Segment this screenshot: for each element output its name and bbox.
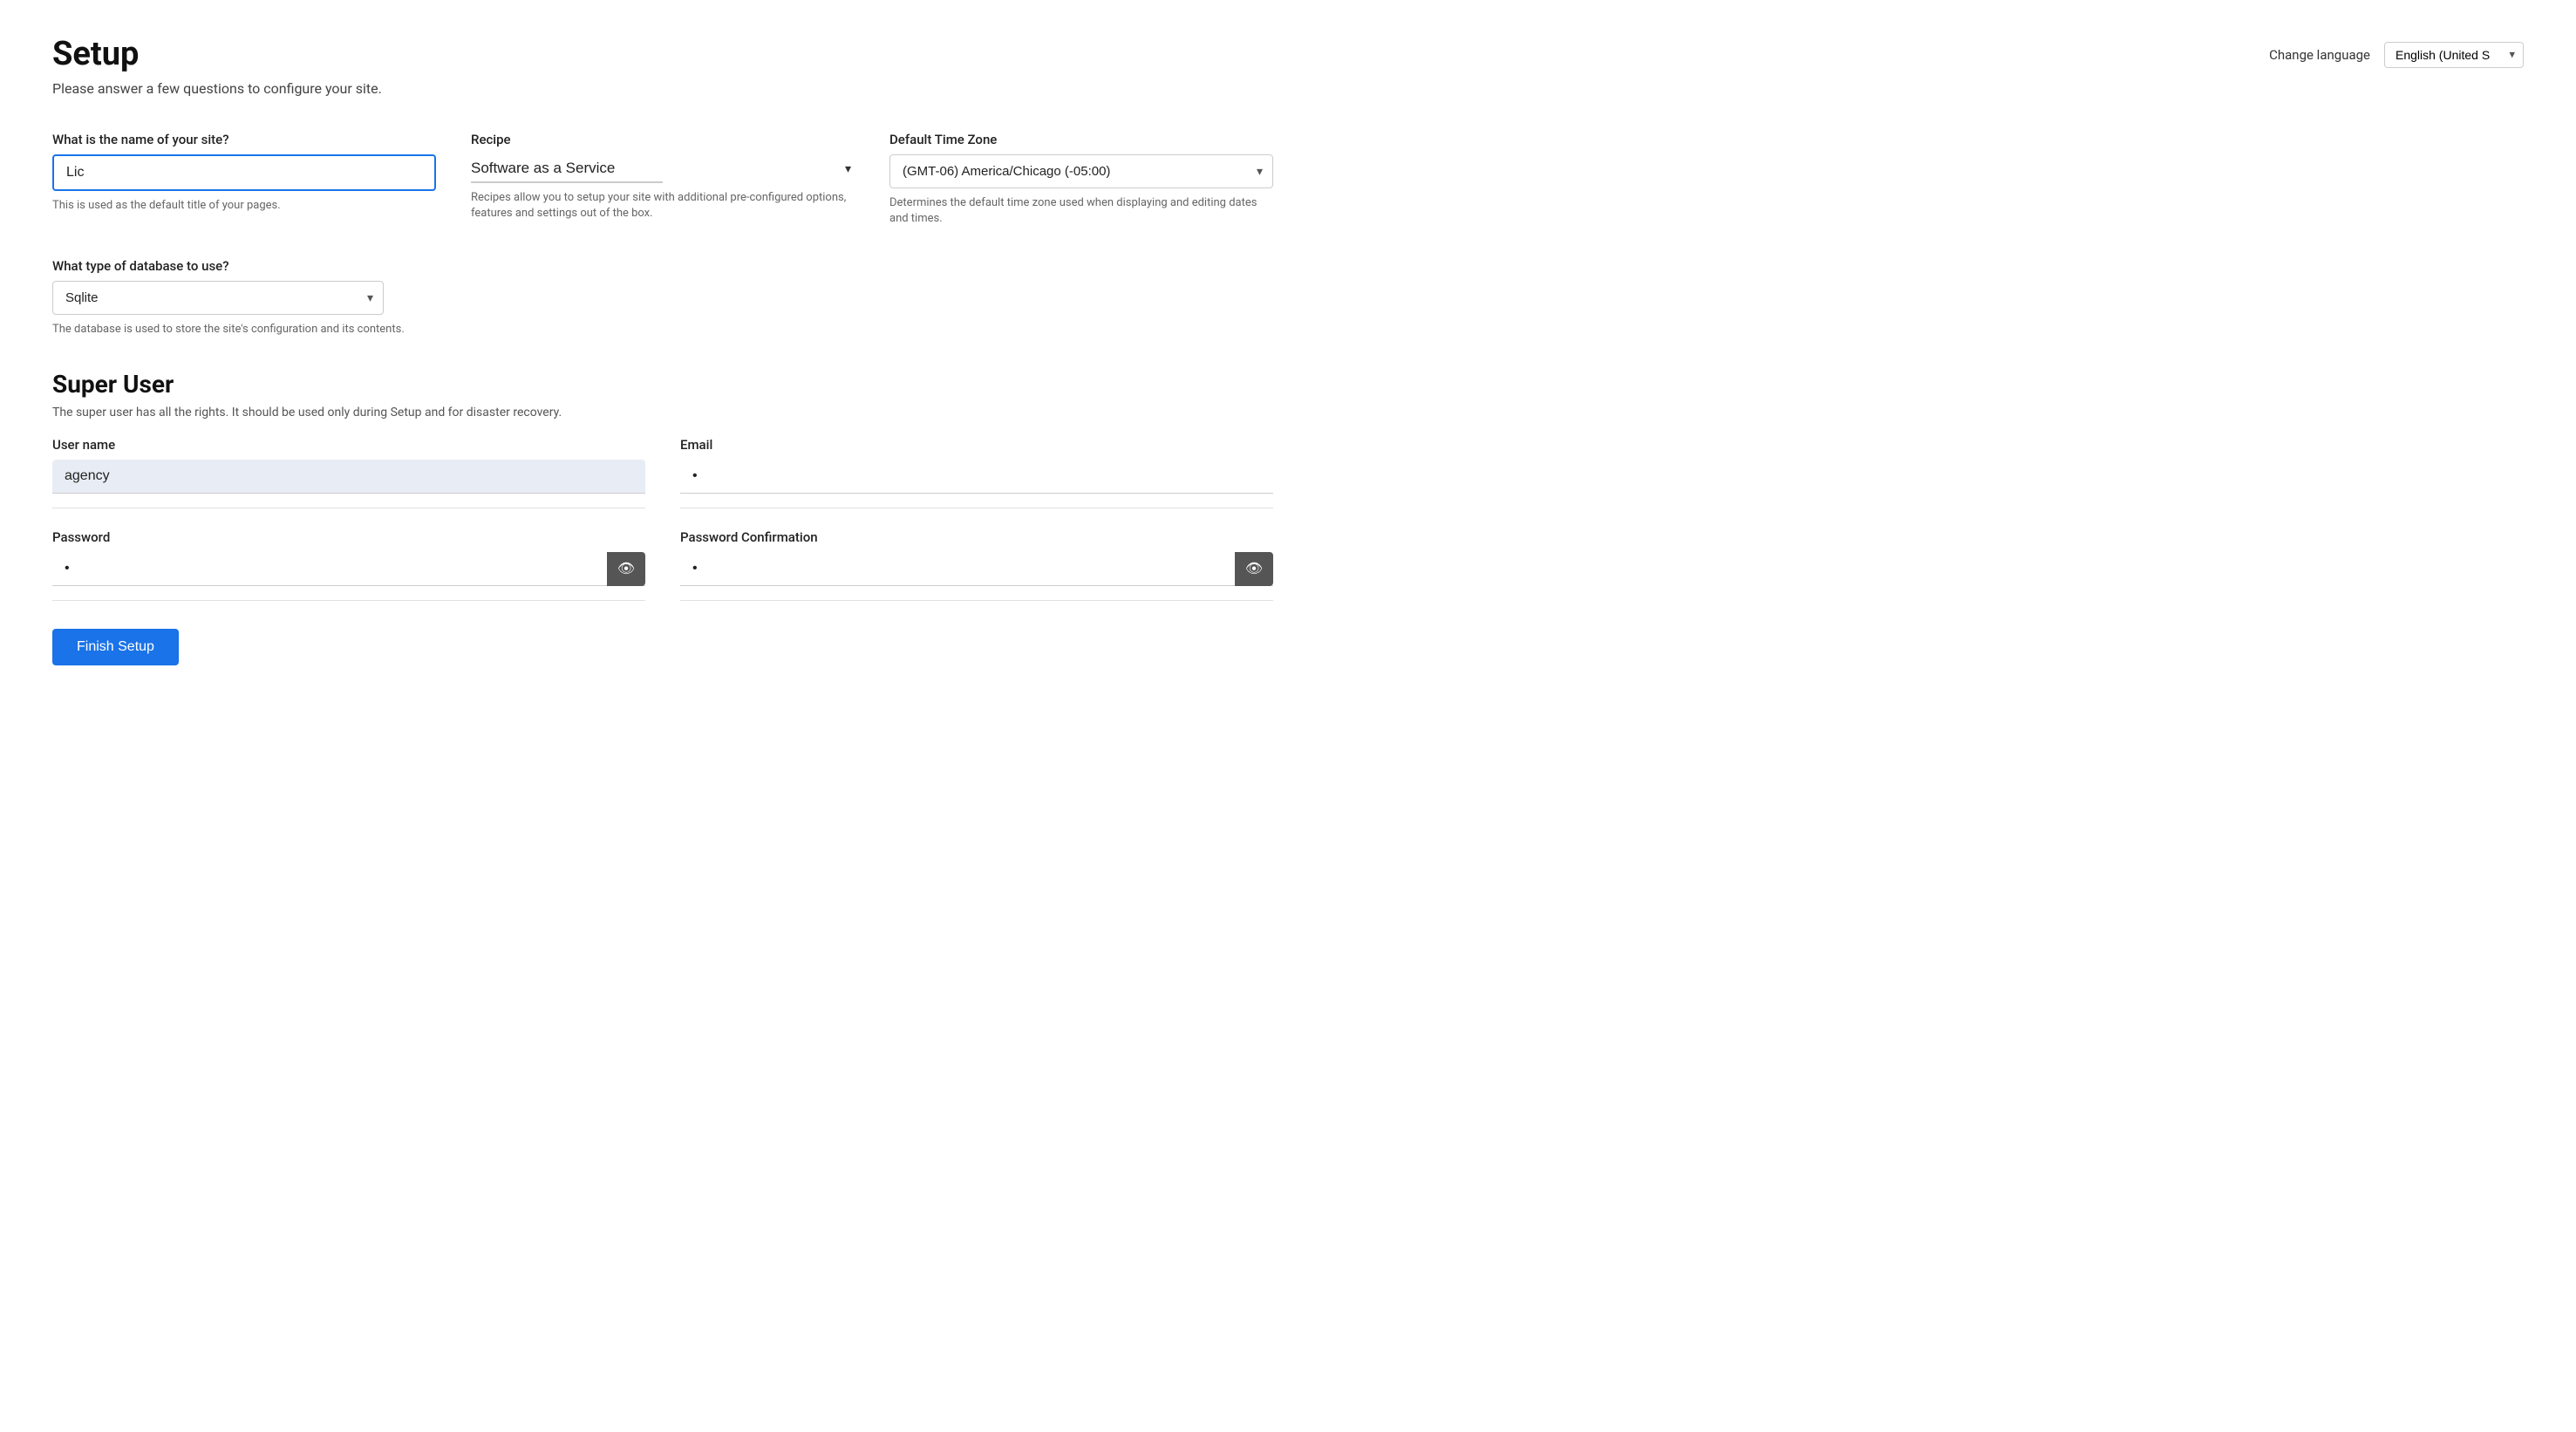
- timezone-select[interactable]: (GMT-06) America/Chicago (-05:00) (GMT-0…: [889, 154, 1273, 188]
- email-label: Email: [680, 437, 1273, 453]
- password-confirm-label: Password Confirmation: [680, 529, 1273, 545]
- timezone-label: Default Time Zone: [889, 132, 1273, 147]
- database-section: What type of database to use? Sqlite MyS…: [52, 258, 1273, 338]
- site-name-label: What is the name of your site?: [52, 132, 436, 147]
- password-group: Password 👁: [52, 529, 645, 601]
- database-select[interactable]: Sqlite MySQL PostgreSQL: [52, 281, 384, 315]
- main-content: What is the name of your site? This is u…: [52, 132, 1273, 665]
- page-subtitle: Please answer a few questions to configu…: [52, 80, 382, 97]
- password-toggle-button[interactable]: 👁: [607, 552, 645, 586]
- super-user-section: Super User The super user has all the ri…: [52, 370, 1273, 665]
- language-section: Change language English (United S: [2269, 42, 2524, 68]
- password-row: Password 👁 Password Confirmation: [52, 529, 1273, 601]
- username-group: User name: [52, 437, 645, 508]
- password-confirm-group: Password Confirmation 👁: [680, 529, 1273, 601]
- email-input[interactable]: [680, 460, 1273, 494]
- eye-icon: 👁: [617, 560, 635, 577]
- super-user-title: Super User: [52, 370, 1273, 399]
- timezone-group: Default Time Zone (GMT-06) America/Chica…: [889, 132, 1273, 227]
- site-name-group: What is the name of your site? This is u…: [52, 132, 436, 227]
- eye-confirm-icon: 👁: [1245, 560, 1263, 577]
- username-input[interactable]: [52, 460, 645, 494]
- super-user-hint: The super user has all the rights. It sh…: [52, 406, 1273, 419]
- database-select-wrapper: Sqlite MySQL PostgreSQL: [52, 281, 384, 315]
- password-field-wrapper: 👁: [52, 552, 645, 586]
- timezone-hint: Determines the default time zone used wh…: [889, 195, 1273, 227]
- change-language-label: Change language: [2269, 47, 2370, 63]
- recipe-label: Recipe: [471, 132, 855, 147]
- database-label: What type of database to use?: [52, 258, 1273, 274]
- email-group: Email: [680, 437, 1273, 508]
- password-confirm-field-wrapper: 👁: [680, 552, 1273, 586]
- database-group: What type of database to use? Sqlite MyS…: [52, 258, 1273, 338]
- password-confirm-input[interactable]: [680, 552, 1273, 586]
- language-select[interactable]: English (United S: [2384, 42, 2524, 68]
- password-input[interactable]: [52, 552, 645, 586]
- username-label: User name: [52, 437, 645, 453]
- recipe-dropdown-wrapper: Software as a Service Blog Agency eComme…: [471, 154, 855, 183]
- password-label: Password: [52, 529, 645, 545]
- site-name-hint: This is used as the default title of you…: [52, 198, 436, 214]
- recipe-hint: Recipes allow you to setup your site wit…: [471, 190, 855, 222]
- recipe-group: Recipe Software as a Service Blog Agency…: [471, 132, 855, 227]
- page-title: Setup: [52, 35, 382, 73]
- timezone-select-wrapper: (GMT-06) America/Chicago (-05:00) (GMT-0…: [889, 154, 1273, 188]
- database-hint: The database is used to store the site's…: [52, 322, 1273, 338]
- recipe-select[interactable]: Software as a Service Blog Agency eComme…: [471, 154, 663, 183]
- top-section-row: What is the name of your site? This is u…: [52, 132, 1273, 227]
- page-header: Setup Please answer a few questions to c…: [52, 35, 382, 97]
- site-name-input[interactable]: [52, 154, 436, 191]
- language-select-wrapper: English (United S: [2384, 42, 2524, 68]
- username-email-row: User name Email: [52, 437, 1273, 508]
- password-confirm-toggle-button[interactable]: 👁: [1235, 552, 1273, 586]
- finish-setup-button[interactable]: Finish Setup: [52, 629, 179, 665]
